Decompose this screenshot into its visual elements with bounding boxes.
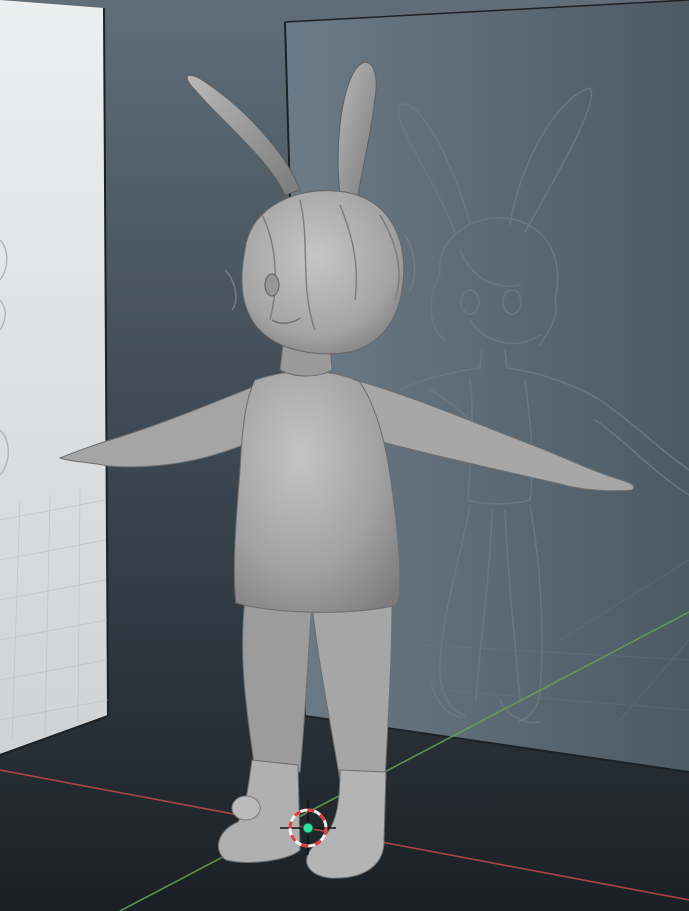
3d-viewport[interactable] [0,0,689,911]
reference-plane-front[interactable] [0,0,109,756]
character-left-leg [242,599,313,773]
character-head [241,190,405,355]
viewport-canvas[interactable] [0,0,689,911]
character-boot-pompom [231,795,261,821]
object-origin-dot [302,822,314,834]
character-eye [264,273,280,297]
